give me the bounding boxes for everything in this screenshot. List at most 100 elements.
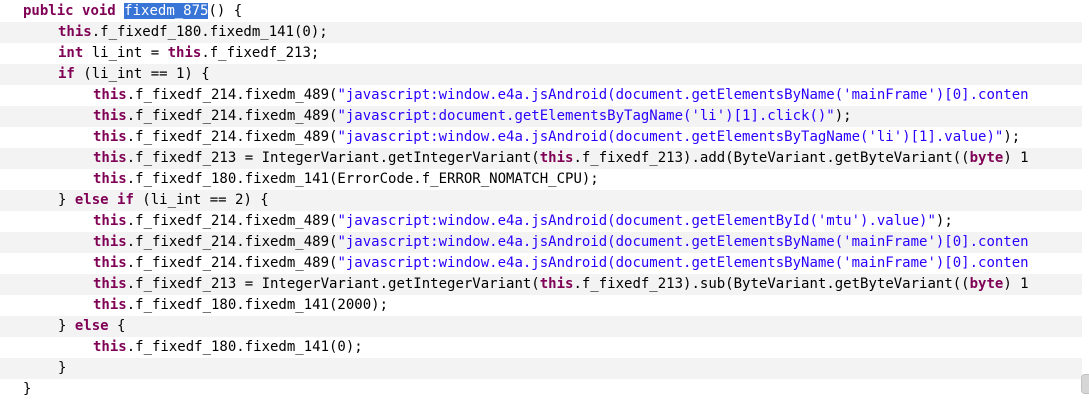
code-line[interactable]: this.f_fixedf_180.fixedm_141(0); bbox=[0, 337, 1082, 358]
string-literal: "javascript:window.e4a.jsAndroid(documen… bbox=[337, 213, 936, 229]
code-text: this.f_fixedf_214.fixedm_489("javascript… bbox=[93, 108, 852, 124]
code-token: } bbox=[58, 192, 75, 208]
code-token: (li_int == 1) { bbox=[74, 66, 210, 82]
code-token: .f_fixedf_180.fixedm_141(ErrorCode.f_ERR… bbox=[126, 171, 599, 187]
code-line[interactable]: this.f_fixedf_214.fixedm_489("javascript… bbox=[0, 85, 1082, 106]
code-line[interactable]: this.f_fixedf_214.fixedm_489("javascript… bbox=[0, 232, 1082, 253]
code-text: this.f_fixedf_213 = IntegerVariant.getIn… bbox=[93, 150, 1029, 166]
code-text: this.f_fixedf_180.fixedm_141(2000); bbox=[93, 297, 388, 313]
code-editor[interactable]: public void fixedm_875() { this.f_fixedf… bbox=[0, 0, 1089, 409]
code-token: li_int = bbox=[83, 45, 168, 61]
keyword: this bbox=[93, 297, 127, 313]
code-text: } else if (li_int == 2) { bbox=[58, 192, 269, 208]
code-line[interactable]: this.f_fixedf_213 = IntegerVariant.getIn… bbox=[0, 274, 1082, 295]
code-text: } else { bbox=[58, 318, 125, 334]
code-token: } bbox=[23, 381, 32, 397]
code-token: .f_fixedf_180.fixedm_141(0); bbox=[91, 24, 328, 40]
code-text: public void fixedm_875() { bbox=[23, 3, 242, 19]
code-text: int li_int = this.f_fixedf_213; bbox=[58, 45, 319, 61]
code-line[interactable]: this.f_fixedf_214.fixedm_489("javascript… bbox=[0, 106, 1082, 127]
code-text: } bbox=[58, 360, 66, 376]
code-text: this.f_fixedf_214.fixedm_489("javascript… bbox=[93, 213, 953, 229]
string-literal: "javascript:window.e4a.jsAndroid(documen… bbox=[337, 234, 1029, 250]
code-line[interactable]: int li_int = this.f_fixedf_213; bbox=[0, 43, 1082, 64]
keyword: int bbox=[58, 45, 84, 61]
code-token: } bbox=[58, 360, 67, 376]
keyword: byte bbox=[969, 150, 1004, 166]
code-token: ); bbox=[935, 213, 953, 229]
keyword: byte bbox=[969, 276, 1004, 292]
keyword: this bbox=[93, 150, 127, 166]
code-token: ) 1 bbox=[1003, 150, 1029, 166]
keyword: else bbox=[74, 192, 109, 208]
keyword: this bbox=[93, 129, 127, 145]
code-line[interactable]: this.f_fixedf_180.fixedm_141(0); bbox=[0, 22, 1082, 43]
keyword: if bbox=[117, 192, 134, 208]
code-line[interactable]: } bbox=[0, 379, 1082, 400]
code-text: this.f_fixedf_214.fixedm_489("javascript… bbox=[93, 234, 1029, 250]
keyword: if bbox=[58, 66, 75, 82]
code-token: .f_fixedf_180.fixedm_141(0); bbox=[126, 339, 363, 355]
keyword: else bbox=[74, 318, 109, 334]
code-token: ) 1 bbox=[1003, 276, 1029, 292]
code-token: ); bbox=[834, 108, 852, 124]
code-text: this.f_fixedf_214.fixedm_489("javascript… bbox=[93, 129, 1020, 145]
code-text: this.f_fixedf_180.fixedm_141(ErrorCode.f… bbox=[93, 171, 599, 187]
code-token: .f_fixedf_214.fixedm_489( bbox=[126, 129, 338, 145]
string-literal: "javascript:document.getElementsByTagNam… bbox=[337, 108, 835, 124]
keyword: this bbox=[93, 108, 127, 124]
code-view[interactable]: public void fixedm_875() { this.f_fixedf… bbox=[0, 1, 1082, 400]
keyword: this bbox=[93, 213, 127, 229]
code-line[interactable]: this.f_fixedf_214.fixedm_489("javascript… bbox=[0, 211, 1082, 232]
code-token: () { bbox=[208, 3, 243, 19]
code-line[interactable]: this.f_fixedf_180.fixedm_141(2000); bbox=[0, 295, 1082, 316]
code-text: if (li_int == 1) { bbox=[58, 66, 210, 82]
code-token: .f_fixedf_213 = IntegerVariant.getIntege… bbox=[126, 150, 540, 166]
string-literal: "javascript:window.e4a.jsAndroid(documen… bbox=[337, 255, 1029, 271]
code-token: .f_fixedf_180.fixedm_141(2000); bbox=[126, 297, 389, 313]
keyword: this bbox=[93, 171, 127, 187]
keyword: this bbox=[93, 276, 127, 292]
code-text: this.f_fixedf_180.fixedm_141(0); bbox=[58, 24, 328, 40]
code-line[interactable]: public void fixedm_875() { bbox=[0, 1, 1082, 22]
code-token: .f_fixedf_213 = IntegerVariant.getIntege… bbox=[126, 276, 540, 292]
code-token: .f_fixedf_213).sub(ByteVariant.getByteVa… bbox=[573, 276, 970, 292]
keyword: this bbox=[93, 339, 127, 355]
code-token: .f_fixedf_214.fixedm_489( bbox=[126, 234, 338, 250]
keyword: this bbox=[539, 150, 574, 166]
code-text: this.f_fixedf_180.fixedm_141(0); bbox=[93, 339, 363, 355]
code-line[interactable]: if (li_int == 1) { bbox=[0, 64, 1082, 85]
keyword: this bbox=[93, 255, 127, 271]
keyword: this bbox=[93, 234, 127, 250]
code-text: } bbox=[23, 381, 31, 397]
code-line[interactable]: } else if (li_int == 2) { bbox=[0, 190, 1082, 211]
code-line[interactable]: this.f_fixedf_180.fixedm_141(ErrorCode.f… bbox=[0, 169, 1082, 190]
keyword: void bbox=[82, 3, 116, 19]
string-literal: "javascript:window.e4a.jsAndroid(documen… bbox=[337, 87, 1029, 103]
code-line[interactable]: this.f_fixedf_214.fixedm_489("javascript… bbox=[0, 253, 1082, 274]
code-token: .f_fixedf_214.fixedm_489( bbox=[126, 213, 338, 229]
code-line[interactable]: this.f_fixedf_213 = IntegerVariant.getIn… bbox=[0, 148, 1082, 169]
code-token: .f_fixedf_214.fixedm_489( bbox=[126, 87, 338, 103]
code-line[interactable]: } else { bbox=[0, 316, 1082, 337]
keyword: this bbox=[539, 276, 574, 292]
code-token: } bbox=[58, 318, 75, 334]
code-token: ); bbox=[1003, 129, 1021, 145]
code-token: (li_int == 2) { bbox=[133, 192, 269, 208]
code-token: .f_fixedf_213).add(ByteVariant.getByteVa… bbox=[573, 150, 970, 166]
string-literal: "javascript:window.e4a.jsAndroid(documen… bbox=[337, 129, 1004, 145]
code-token: { bbox=[108, 318, 126, 334]
code-text: this.f_fixedf_213 = IntegerVariant.getIn… bbox=[93, 276, 1029, 292]
code-token: .f_fixedf_214.fixedm_489( bbox=[126, 108, 338, 124]
keyword: this bbox=[167, 45, 202, 61]
keyword: this bbox=[93, 87, 127, 103]
code-line[interactable]: } bbox=[0, 358, 1082, 379]
code-line[interactable]: this.f_fixedf_214.fixedm_489("javascript… bbox=[0, 127, 1082, 148]
code-token: .f_fixedf_214.fixedm_489( bbox=[126, 255, 338, 271]
scrollbar-thumb[interactable] bbox=[1081, 374, 1089, 394]
code-text: this.f_fixedf_214.fixedm_489("javascript… bbox=[93, 87, 1029, 103]
selected-text[interactable]: fixedm_875 bbox=[124, 3, 209, 19]
